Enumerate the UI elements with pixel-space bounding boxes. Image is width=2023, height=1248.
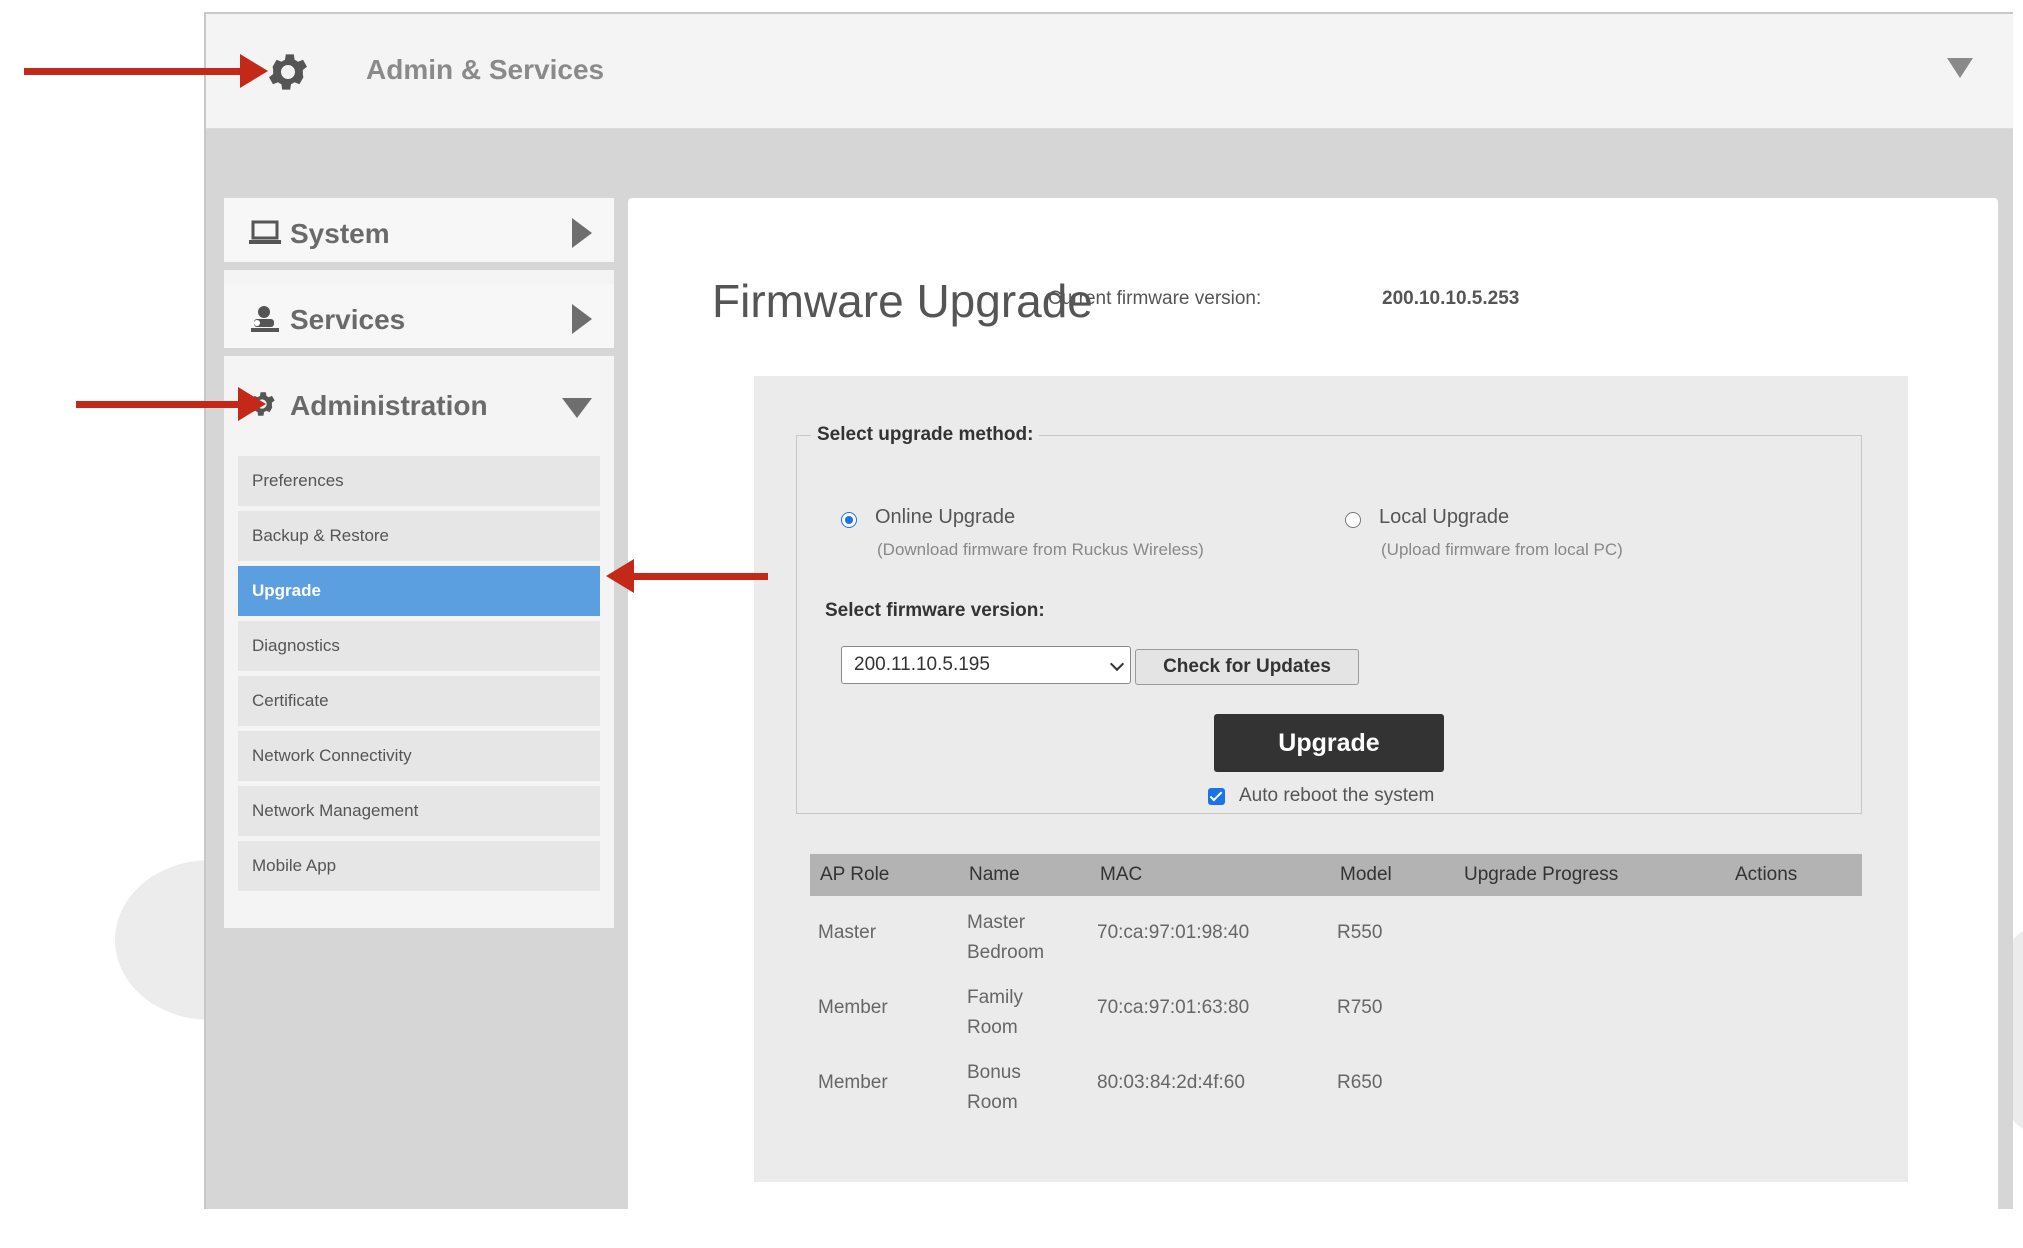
auto-reboot-label[interactable]: Auto reboot the system — [1239, 785, 1434, 807]
cell-mac: 70:ca:97:01:63:80 — [1097, 997, 1250, 1018]
cell-role: Member — [818, 1072, 888, 1093]
app-title: Admin & Services — [366, 54, 605, 85]
online-upgrade-radio[interactable] — [841, 512, 857, 528]
sidebar-item-upgrade[interactable]: Upgrade — [238, 566, 600, 616]
chevron-down-icon — [1109, 656, 1125, 672]
upgrade-method-legend: Select upgrade method: — [817, 424, 1034, 445]
annotation-arrow — [76, 387, 266, 421]
cell-mac: 70:ca:97:01:98:40 — [1097, 922, 1250, 943]
arrow-head-icon — [238, 387, 266, 421]
column-header: Upgrade Progress — [1464, 864, 1619, 885]
page-title: Firmware Upgrade — [712, 275, 1093, 327]
cell-role: Master — [818, 922, 877, 943]
current-firmware-label: Current firmware version: — [1048, 288, 1262, 309]
sidebar-item-mobile-app[interactable]: Mobile App — [238, 841, 600, 891]
sidebar-section-label: Services — [290, 304, 406, 335]
table-header: AP Role Name MAC Model Upgrade Progress … — [810, 854, 1862, 896]
upgrade-button[interactable]: Upgrade — [1214, 714, 1444, 772]
upgrade-container: Select upgrade method: Online Upgrade (D… — [754, 376, 1908, 1182]
arrow-head-icon — [606, 559, 634, 593]
online-upgrade-sub: (Download firmware from Ruckus Wireless) — [877, 540, 1204, 559]
annotation-arrow — [24, 54, 268, 88]
gear-icon[interactable] — [264, 48, 312, 96]
sidebar-item-network-connectivity[interactable]: Network Connectivity — [238, 731, 600, 781]
sidebar-item-backup-restore[interactable]: Backup & Restore — [238, 511, 600, 561]
cell-name: Bonus Room — [967, 1062, 1021, 1113]
cell-model: R750 — [1337, 997, 1383, 1018]
cell-mac: 80:03:84:2d:4f:60 — [1097, 1072, 1245, 1093]
column-header: Name — [969, 864, 1020, 885]
cell-name: Family Room — [967, 987, 1023, 1038]
local-upgrade-label[interactable]: Local Upgrade — [1379, 506, 1509, 529]
online-upgrade-label[interactable]: Online Upgrade — [875, 506, 1015, 529]
main-panel: Firmware Upgrade Current firmware versio… — [628, 198, 1998, 1248]
column-header: MAC — [1100, 864, 1143, 885]
annotation-arrow — [606, 559, 768, 593]
current-firmware-value: 200.10.10.5.253 — [1382, 288, 1520, 309]
local-upgrade-radio[interactable] — [1345, 512, 1361, 528]
sidebar-item-certificate[interactable]: Certificate — [238, 676, 600, 726]
sidebar: System Services Administration Preferenc… — [224, 198, 614, 928]
sidebar-section-services[interactable]: Services — [224, 284, 614, 356]
firmware-version-value: 200.11.10.5.195 — [854, 654, 990, 675]
cell-name: Master Bedroom — [967, 912, 1045, 963]
sidebar-item-diagnostics[interactable]: Diagnostics — [238, 621, 600, 671]
chevron-right-icon — [572, 218, 592, 248]
auto-reboot-checkbox[interactable] — [1208, 788, 1225, 805]
admin-menu: Preferences Backup & Restore Upgrade Dia… — [238, 456, 600, 896]
arrow-head-icon — [240, 54, 268, 88]
cell-role: Member — [818, 997, 888, 1018]
firmware-version-select[interactable]: 200.11.10.5.195 — [841, 646, 1131, 684]
laptop-icon — [249, 220, 281, 244]
check-updates-button[interactable]: Check for Updates — [1135, 649, 1359, 685]
firmware-version-label: Select firmware version: — [825, 600, 1045, 621]
app-window: Admin & Services System Services Adminis… — [204, 12, 2013, 1248]
cell-model: R650 — [1337, 1072, 1383, 1093]
table-row: Member Family Room 70:ca:97:01:63:80 R75… — [810, 971, 1862, 1046]
ap-table: AP Role Name MAC Model Upgrade Progress … — [810, 854, 1862, 1121]
chevron-down-icon[interactable] — [1947, 58, 1973, 78]
local-upgrade-sub: (Upload firmware from local PC) — [1381, 540, 1623, 559]
chevron-down-icon — [562, 398, 592, 418]
cell-model: R550 — [1337, 922, 1383, 943]
sidebar-section-label: System — [290, 218, 390, 249]
sidebar-section-administration[interactable]: Administration — [224, 370, 614, 442]
table-row: Member Bonus Room 80:03:84:2d:4f:60 R650 — [810, 1046, 1862, 1121]
table-row: Master Master Bedroom 70:ca:97:01:98:40 … — [810, 896, 1862, 971]
column-header: Actions — [1735, 864, 1798, 885]
column-header: AP Role — [820, 864, 890, 885]
services-icon — [251, 306, 279, 332]
sidebar-item-preferences[interactable]: Preferences — [238, 456, 600, 506]
sidebar-section-label: Administration — [290, 390, 488, 421]
sidebar-section-system[interactable]: System — [224, 198, 614, 270]
column-header: Model — [1340, 864, 1392, 885]
chevron-right-icon — [572, 304, 592, 334]
upgrade-method-group: Select upgrade method: Online Upgrade (D… — [796, 424, 1862, 814]
sidebar-item-network-management[interactable]: Network Management — [238, 786, 600, 836]
top-bar: Admin & Services — [206, 14, 2013, 129]
